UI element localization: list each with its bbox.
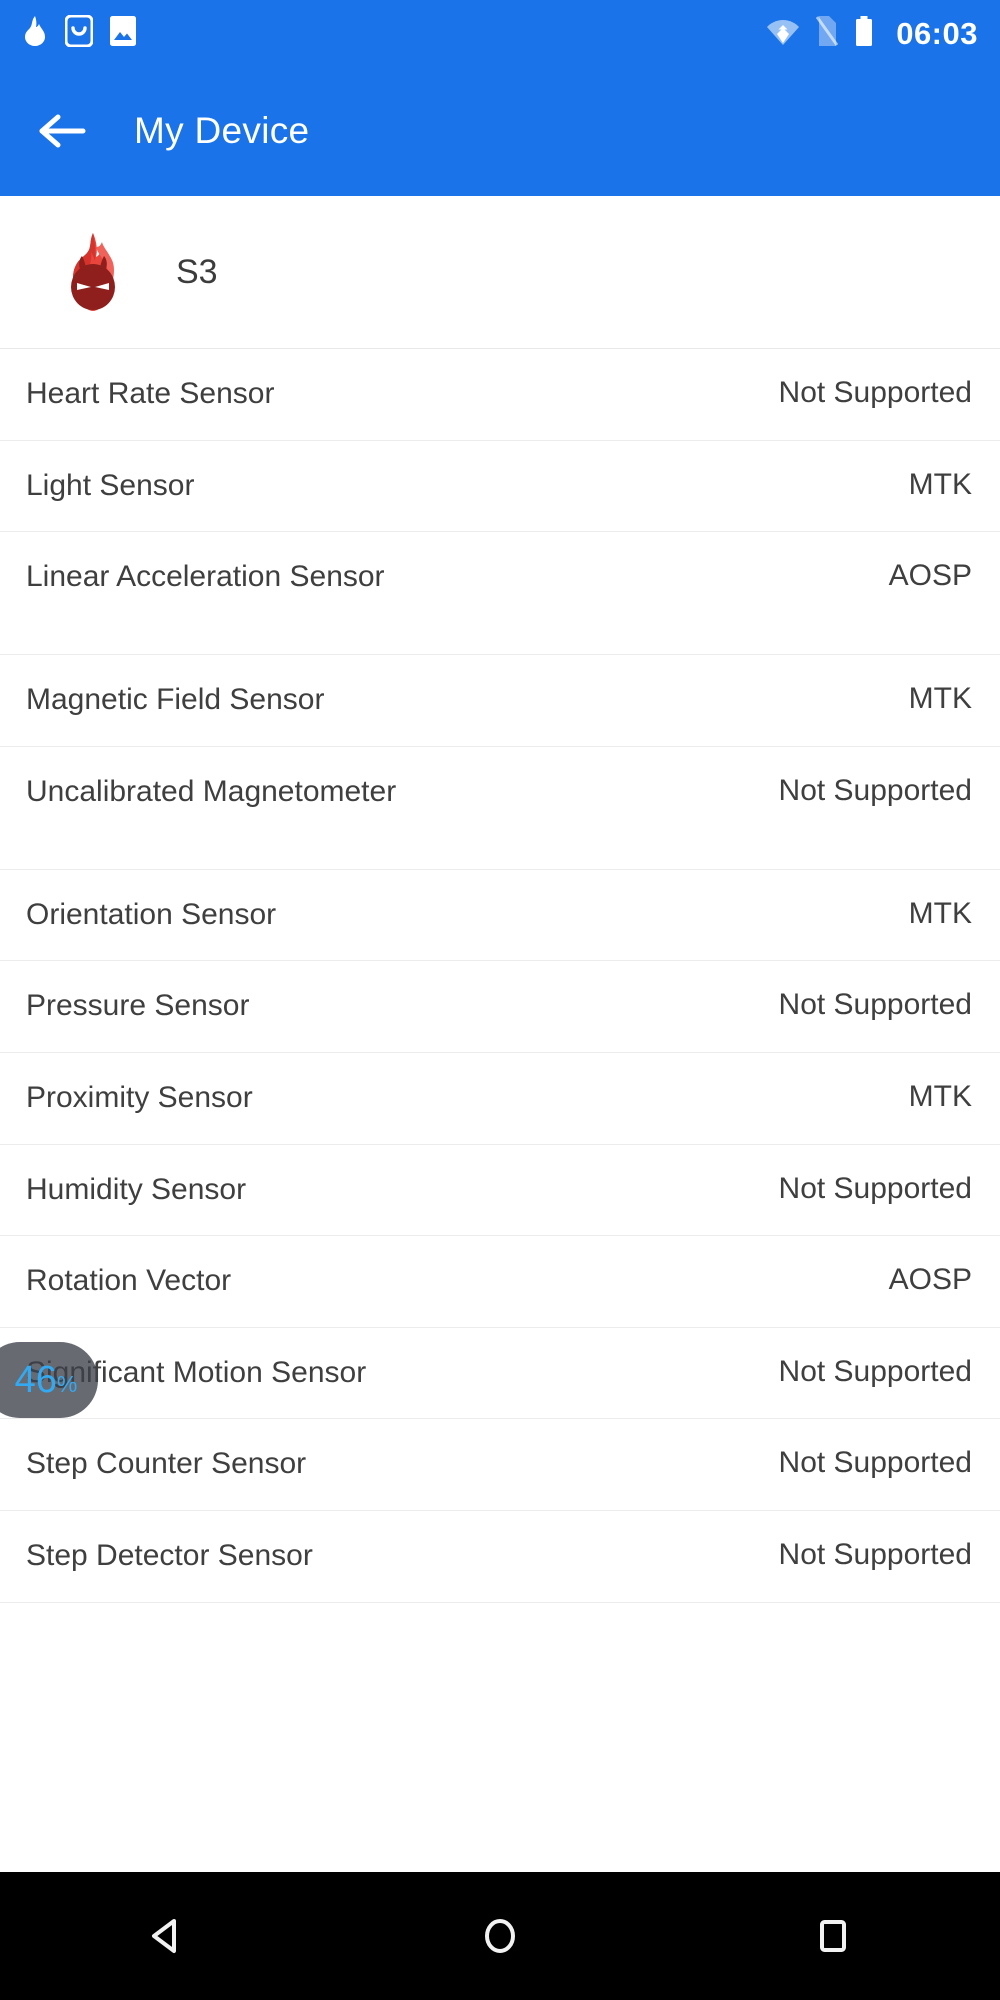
sensor-row[interactable]: Uncalibrated Magnetometer Not Supported — [0, 746, 1000, 870]
sensor-name: Orientation Sensor — [26, 897, 277, 931]
device-name: S3 — [176, 252, 218, 291]
sensor-value: Not Supported — [778, 376, 972, 409]
status-bar-system-icons: 06:03 — [766, 15, 978, 51]
nav-recents-square-icon — [820, 1920, 847, 1952]
sensor-name: Heart Rate Sensor — [26, 377, 275, 410]
wifi-icon — [766, 16, 800, 51]
sensor-name: Rotation Vector — [26, 1264, 232, 1298]
sensor-name: Linear Acceleration Sensor — [26, 560, 385, 594]
antutu-flame-icon — [52, 231, 134, 313]
sensor-name: Magnetic Field Sensor — [26, 683, 325, 717]
battery-overlay-unit: % — [56, 1370, 78, 1397]
sensor-value: AOSP — [888, 1263, 972, 1297]
sensor-row[interactable]: Proximity Sensor MTK — [0, 1052, 1000, 1145]
sensor-value: MTK — [908, 467, 972, 501]
sensor-value: MTK — [908, 682, 972, 716]
sensor-name: Humidity Sensor — [26, 1172, 247, 1206]
nav-back-button[interactable] — [92, 1872, 242, 2000]
nav-home-circle-icon — [484, 1919, 515, 1953]
sensor-row[interactable]: Magnetic Field Sensor MTK — [0, 655, 1000, 747]
sensor-row[interactable]: Pressure Sensor Not Supported — [0, 961, 1000, 1053]
sensor-row[interactable]: Light Sensor MTK — [0, 440, 1000, 533]
nav-recents-button[interactable] — [758, 1872, 908, 2000]
sensor-row[interactable]: Step Detector Sensor Not Supported — [0, 1510, 1000, 1603]
no-sim-icon — [815, 15, 839, 51]
sensor-value: Not Supported — [778, 1354, 972, 1388]
sensor-name: Uncalibrated Magnetometer — [26, 774, 397, 808]
sensor-value: Not Supported — [778, 1537, 972, 1571]
status-bar-notification-icons — [22, 14, 136, 52]
battery-overlay-value: 46 — [14, 1359, 57, 1401]
sensor-name: Step Counter Sensor — [26, 1447, 307, 1481]
sensor-value: MTK — [908, 896, 972, 930]
smiley-app-notification-icon — [64, 14, 94, 52]
sensor-row[interactable]: Rotation Vector AOSP — [0, 1236, 1000, 1328]
sensor-row[interactable]: Heart Rate Sensor Not Supported — [0, 349, 1000, 441]
battery-icon — [854, 15, 874, 51]
image-notification-icon — [110, 15, 136, 51]
sensor-row[interactable]: Linear Acceleration Sensor AOSP — [0, 532, 1000, 656]
back-arrow-icon — [39, 114, 86, 148]
sensor-value: Not Supported — [778, 988, 972, 1022]
sensor-row[interactable]: Significant Motion Sensor Not Supported — [0, 1327, 1000, 1420]
sensor-row[interactable]: Humidity Sensor Not Supported — [0, 1144, 1000, 1237]
sensor-row[interactable]: Step Counter Sensor Not Supported — [0, 1419, 1000, 1511]
status-bar: 06:03 — [0, 0, 1000, 66]
sensor-value: MTK — [908, 1079, 972, 1113]
back-button[interactable] — [32, 101, 92, 161]
status-bar-clock: 06:03 — [896, 15, 978, 51]
sensor-list: Heart Rate Sensor Not Supported Light Sens… — [0, 349, 1000, 1603]
device-header-row[interactable]: S3 — [0, 196, 1000, 349]
sensor-name: Step Detector Sensor — [26, 1538, 313, 1572]
sensor-value: Not Supported — [778, 773, 972, 807]
device-screen: 06:03 My Device S3 Heart Rate Sensor Not… — [0, 0, 1000, 2000]
sensor-value: Not Supported — [778, 1446, 972, 1480]
app-bar: My Device — [0, 66, 1000, 196]
sensor-row[interactable]: Orientation Sensor MTK — [0, 869, 1000, 962]
sensor-name: Significant Motion Sensor — [26, 1355, 367, 1389]
nav-home-button[interactable] — [425, 1872, 575, 2000]
navigation-bar — [0, 1872, 1000, 2000]
sensor-name: Light Sensor — [26, 468, 195, 502]
sensor-name: Pressure Sensor — [26, 989, 250, 1023]
sensor-value: Not Supported — [778, 1171, 972, 1205]
battery-percentage-overlay[interactable]: 46 % — [0, 1342, 98, 1418]
nav-back-triangle-icon — [151, 1919, 176, 1953]
sensor-value: AOSP — [888, 559, 972, 593]
flame-notification-icon — [22, 15, 48, 51]
sensor-name: Proximity Sensor — [26, 1080, 253, 1114]
page-title: My Device — [134, 110, 310, 151]
